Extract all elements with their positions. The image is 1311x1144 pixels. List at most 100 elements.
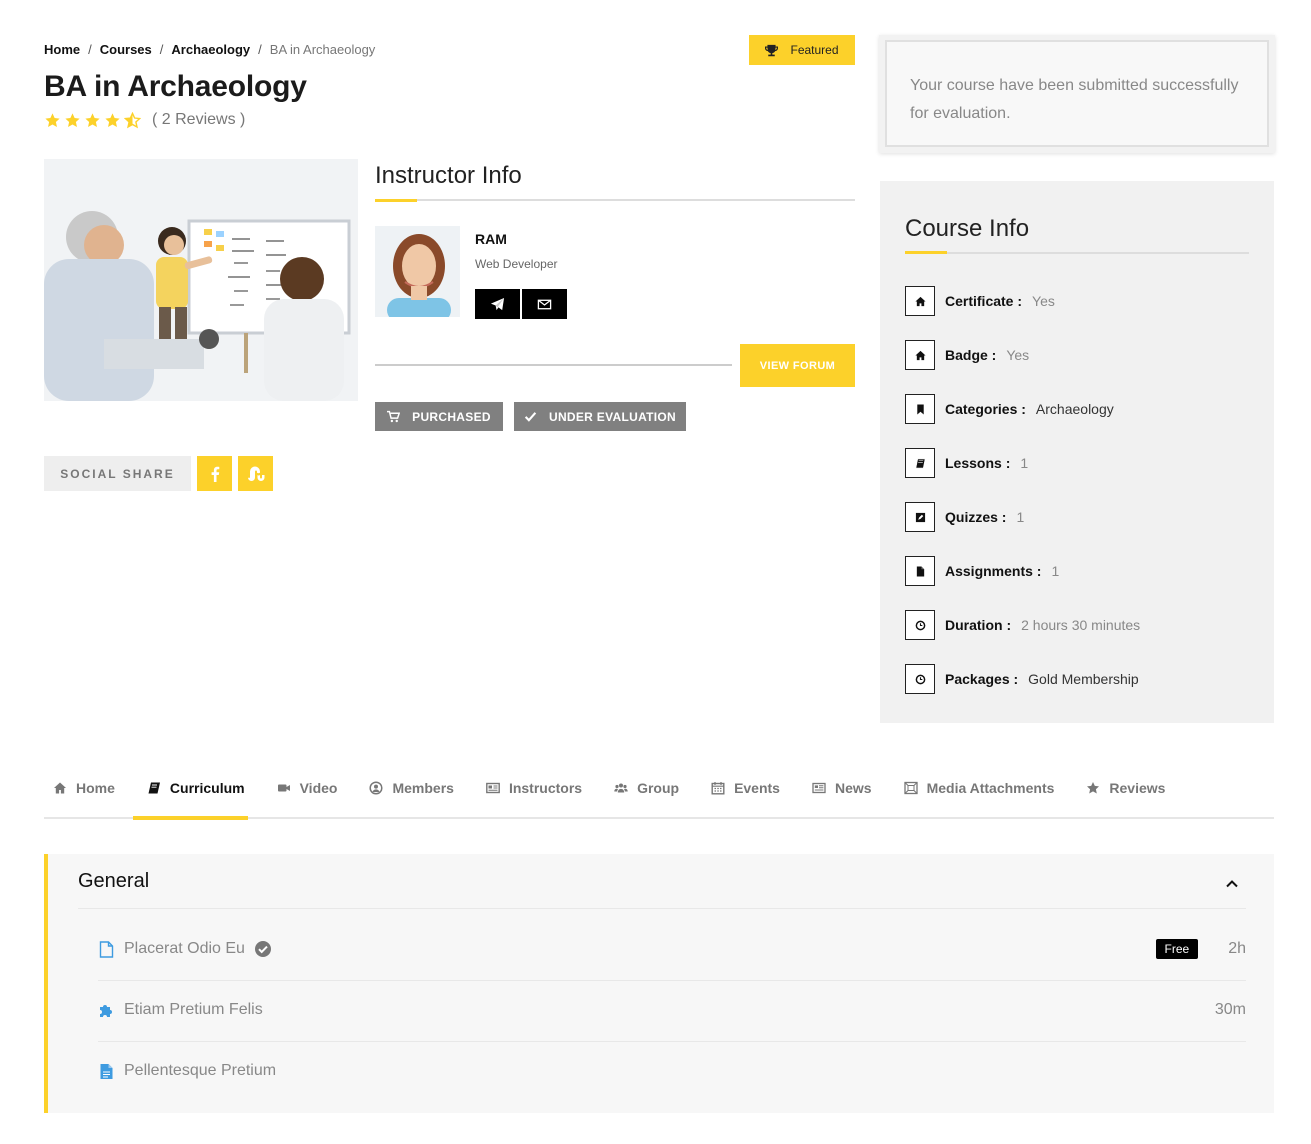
info-value: 2 hours 30 minutes <box>1021 617 1141 633</box>
instructor-heading: Instructor Info <box>375 162 522 189</box>
lesson-name[interactable]: Etiam Pretium Felis <box>124 1001 263 1019</box>
lesson-divider <box>98 980 1246 981</box>
reviews-count[interactable]: ( 2 Reviews ) <box>152 111 245 129</box>
edit-icon <box>905 502 935 532</box>
forum-divider <box>375 364 732 366</box>
info-value: 1 <box>1016 509 1025 525</box>
breadcrumb-separator: / <box>258 42 262 57</box>
info-row-assignments: Assignments : 1 <box>905 556 1059 586</box>
facebook-share-button[interactable] <box>197 456 232 491</box>
email-button[interactable] <box>522 289 567 319</box>
course-info-divider-accent <box>905 251 947 254</box>
paper-plane-icon <box>490 297 505 310</box>
cart-icon <box>387 410 401 423</box>
chevron-up-icon[interactable] <box>1224 876 1240 892</box>
info-label: Packages : <box>945 671 1019 687</box>
lesson-name[interactable]: Placerat Odio Eu <box>124 940 245 958</box>
lesson-row[interactable]: Etiam Pretium Felis 30m <box>98 1001 1246 1019</box>
facebook-icon <box>211 466 219 482</box>
info-label: Assignments : <box>945 563 1042 579</box>
info-row-quizzes: Quizzes : 1 <box>905 502 1024 532</box>
bookmark-icon <box>905 394 935 424</box>
course-info-heading: Course Info <box>905 215 1030 242</box>
info-label: Lessons : <box>945 455 1011 471</box>
tab-group[interactable]: Group <box>605 770 693 806</box>
tab-instructors[interactable]: Instructors <box>477 770 596 806</box>
tab-events[interactable]: Events <box>702 770 794 806</box>
stumbleupon-icon <box>247 466 264 481</box>
home-icon <box>905 340 935 370</box>
tab-reviews[interactable]: Reviews <box>1077 770 1179 806</box>
tab-media-attachments[interactable]: Media Attachments <box>895 770 1069 806</box>
info-row-duration: Duration : 2 hours 30 minutes <box>905 610 1140 640</box>
star-full-icon <box>85 112 100 127</box>
lesson-row[interactable]: Placerat Odio Eu Free 2h <box>98 939 1246 959</box>
lesson-row[interactable]: Pellentesque Pretium <box>98 1062 1246 1080</box>
star-full-icon <box>45 112 60 127</box>
tab-home[interactable]: Home <box>44 770 129 806</box>
info-label: Quizzes : <box>945 509 1007 525</box>
rating-stars: ( 2 Reviews ) <box>44 111 245 129</box>
info-row-lessons: Lessons : 1 <box>905 448 1028 478</box>
breadcrumb-home[interactable]: Home <box>44 42 80 57</box>
instructor-role: Web Developer <box>475 257 558 271</box>
envelope-icon <box>537 299 552 309</box>
social-share-label: SOCIAL SHARE <box>44 456 191 491</box>
image-icon <box>903 781 918 795</box>
clock-icon <box>905 664 935 694</box>
info-value: 1 <box>1051 563 1060 579</box>
tab-label: Members <box>392 780 454 796</box>
active-tab-indicator <box>133 816 248 820</box>
course-tabs: Home Curriculum Video Members Instructor… <box>44 770 1274 820</box>
instructor-divider-accent <box>375 199 417 202</box>
info-value: Yes <box>1032 293 1055 309</box>
section-divider <box>78 908 1246 909</box>
tab-members[interactable]: Members <box>360 770 467 806</box>
lesson-duration: 2h <box>1228 940 1246 957</box>
tab-label: Group <box>637 780 680 796</box>
submission-notice-text: Your course have been submitted successf… <box>885 40 1269 147</box>
under-evaluation-button[interactable]: UNDER EVALUATION <box>514 402 686 431</box>
tab-news[interactable]: News <box>803 770 886 806</box>
tab-label: Events <box>734 780 780 796</box>
tab-curriculum[interactable]: Curriculum <box>138 770 259 806</box>
section-title[interactable]: General <box>78 870 149 893</box>
info-row-badge: Badge : Yes <box>905 340 1029 370</box>
instructor-name[interactable]: RAM <box>475 231 507 247</box>
tab-label: Curriculum <box>169 780 245 796</box>
instructor-avatar[interactable] <box>375 226 460 317</box>
submission-notice: Your course have been submitted successf… <box>879 35 1275 153</box>
breadcrumb-archaeology[interactable]: Archaeology <box>171 42 250 57</box>
lesson-divider <box>98 1041 1246 1042</box>
book-icon <box>905 448 935 478</box>
stumbleupon-share-button[interactable] <box>238 456 273 491</box>
info-label: Badge : <box>945 347 997 363</box>
send-message-button[interactable] <box>475 289 520 319</box>
view-forum-button[interactable]: VIEW FORUM <box>740 344 855 387</box>
tab-label: News <box>834 780 872 796</box>
star-icon <box>1087 782 1100 794</box>
tab-video[interactable]: Video <box>268 770 352 806</box>
course-info-divider <box>905 252 1249 254</box>
breadcrumb-separator: / <box>159 42 164 57</box>
info-value: Yes <box>1006 347 1030 363</box>
file-text-icon <box>98 1062 114 1080</box>
lesson-duration: 30m <box>1214 1001 1246 1018</box>
info-label: Certificate : <box>945 293 1023 309</box>
purchased-button[interactable]: PURCHASED <box>375 402 503 431</box>
book-icon <box>148 782 160 794</box>
category-link[interactable]: Archaeology <box>1036 401 1114 417</box>
user-circle-icon <box>369 781 384 795</box>
puzzle-icon <box>98 1001 114 1019</box>
breadcrumb-separator: / <box>88 42 92 57</box>
package-link[interactable]: Gold Membership <box>1028 671 1139 687</box>
breadcrumb-courses[interactable]: Courses <box>100 42 152 57</box>
breadcrumb: Home / Courses / Archaeology / BA in Arc… <box>44 42 375 57</box>
breadcrumb-current: BA in Archaeology <box>269 42 376 57</box>
star-full-icon <box>65 112 80 127</box>
lesson-name[interactable]: Pellentesque Pretium <box>124 1062 276 1080</box>
trophy-icon <box>765 44 779 56</box>
home-icon <box>54 782 66 794</box>
purchased-label: PURCHASED <box>412 409 491 424</box>
newspaper-icon <box>812 782 826 794</box>
